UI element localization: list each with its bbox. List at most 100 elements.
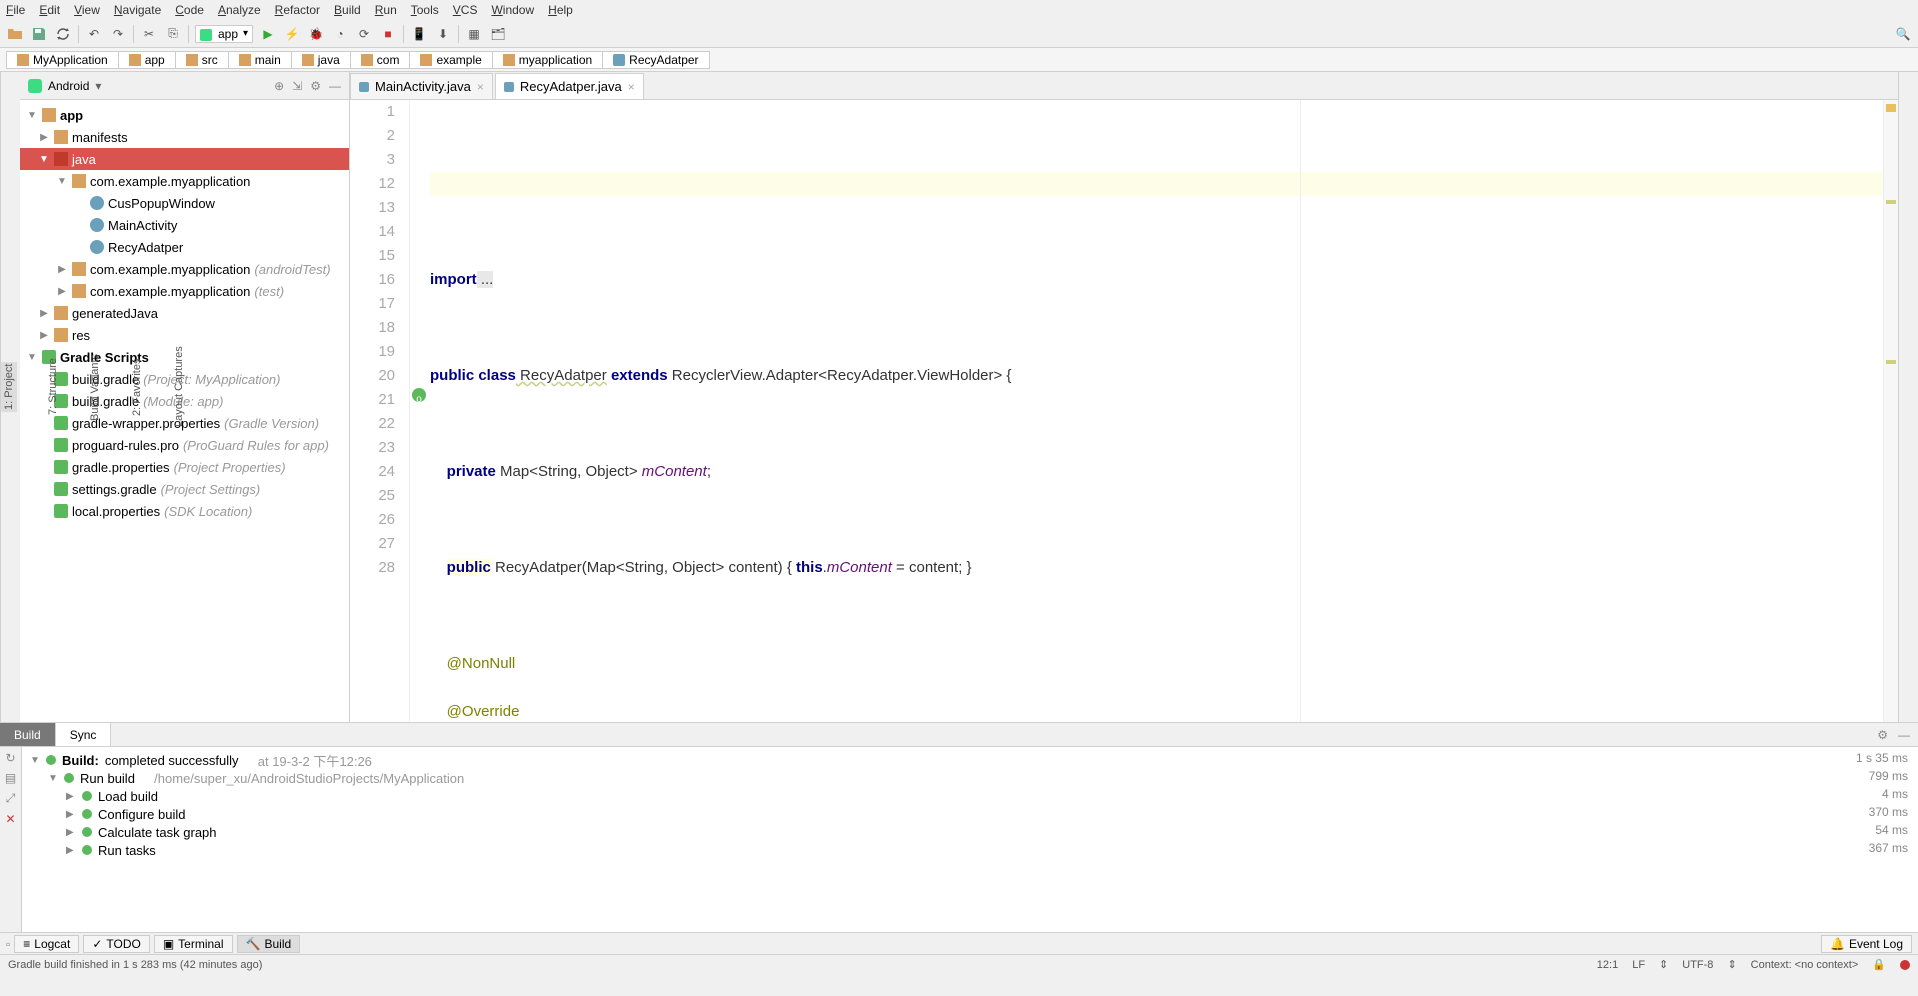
tool-build-variants-tab[interactable]: Build Variants [89, 353, 101, 420]
bs-build[interactable]: 🔨 Build [237, 935, 301, 953]
close-icon[interactable]: × [628, 80, 635, 94]
lock-icon[interactable]: 🔒 [1872, 958, 1886, 971]
crumb-com[interactable]: com [350, 51, 411, 69]
crumb-java[interactable]: java [291, 51, 351, 69]
menu-build[interactable]: Build [334, 3, 361, 17]
open-icon[interactable] [6, 25, 24, 43]
apply-changes-icon[interactable]: ⚡ [283, 25, 301, 43]
menu-file[interactable]: File [6, 3, 25, 17]
tree-local-props[interactable]: local.properties(SDK Location) [20, 500, 349, 522]
debug-icon[interactable]: 🐞 [307, 25, 325, 43]
build-tab-build[interactable]: Build [0, 723, 56, 746]
sidebar-view-selector[interactable]: Android [48, 79, 89, 93]
rerun-icon[interactable]: ↻ [5, 751, 15, 765]
tool-layout-captures-tab[interactable]: Layout Captures [173, 347, 185, 428]
bottom-tool-strip: ▫ ≡ Logcat ✓ TODO ▣ Terminal 🔨 Build 🔔 E… [0, 932, 1918, 954]
tool-structure-tab[interactable]: 7: Structure [47, 359, 59, 416]
bs-todo[interactable]: ✓ TODO [83, 935, 150, 953]
tool-project-tab[interactable]: 1: Project [1, 362, 17, 412]
close-icon[interactable]: × [477, 80, 484, 94]
tree-pkg-main[interactable]: ▼com.example.myapplication [20, 170, 349, 192]
menu-tools[interactable]: Tools [411, 3, 439, 17]
main-menu: File Edit View Navigate Code Analyze Ref… [0, 0, 1918, 20]
sync-icon[interactable] [54, 25, 72, 43]
collapse-icon[interactable]: ⇲ [292, 79, 302, 93]
search-icon[interactable]: 🔍 [1894, 25, 1912, 43]
attach-debugger-icon[interactable]: ⟳ [355, 25, 373, 43]
redo-icon[interactable]: ↷ [109, 25, 127, 43]
menu-view[interactable]: View [74, 3, 100, 17]
gear-icon[interactable]: ⚙ [1877, 728, 1888, 742]
code-editor[interactable]: 1231213141516171819202122232425262728 o … [350, 100, 1898, 722]
menu-edit[interactable]: Edit [39, 3, 60, 17]
filter-icon[interactable]: ▤ [5, 771, 16, 785]
gear-icon[interactable]: ⚙ [310, 79, 321, 93]
project-structure-icon[interactable]: ▦ [465, 25, 483, 43]
expand-icon[interactable]: ⤢ [6, 791, 16, 806]
context-selector[interactable]: Context: <no context> [1751, 959, 1859, 971]
file-encoding[interactable]: UTF-8 [1682, 959, 1713, 971]
build-output-tree[interactable]: ▼Build: completed successfully at 19-3-2… [22, 747, 1918, 932]
tree-pkg-androidtest[interactable]: ▶com.example.myapplication(androidTest) [20, 258, 349, 280]
profile-icon[interactable]: ◔ [331, 25, 349, 43]
run-config-selector[interactable]: app [195, 25, 253, 43]
save-icon[interactable] [30, 25, 48, 43]
crumb-app[interactable]: app [118, 51, 176, 69]
menu-analyze[interactable]: Analyze [218, 3, 261, 17]
tree-cls-recyadatper[interactable]: RecyAdatper [20, 236, 349, 258]
tab-recyadatper[interactable]: RecyAdatper.java× [495, 73, 644, 99]
cut-icon[interactable]: ✂ [140, 25, 158, 43]
hide-icon[interactable]: — [329, 79, 341, 93]
menu-refactor[interactable]: Refactor [275, 3, 320, 17]
build-tab-sync[interactable]: Sync [56, 723, 112, 746]
tree-proguard[interactable]: proguard-rules.pro(ProGuard Rules for ap… [20, 434, 349, 456]
tool-favorites-tab[interactable]: 2: Favorites [131, 358, 143, 415]
crumb-myapplication[interactable]: myapplication [492, 51, 603, 69]
stop-icon[interactable]: ■ [379, 25, 397, 43]
tree-cls-mainactivity[interactable]: MainActivity [20, 214, 349, 236]
crumb-main[interactable]: main [228, 51, 292, 69]
editor-scrollbar[interactable] [1883, 100, 1898, 722]
menu-navigate[interactable]: Navigate [114, 3, 161, 17]
left-tool-gutter: 1: Project 7: Structure Build Variants 2… [0, 72, 20, 722]
crumb-src[interactable]: src [175, 51, 229, 69]
menu-window[interactable]: Window [491, 3, 534, 17]
menu-run[interactable]: Run [375, 3, 397, 17]
menu-help[interactable]: Help [548, 3, 573, 17]
locate-icon[interactable]: ⊕ [274, 79, 284, 93]
line-separator[interactable]: LF [1632, 959, 1645, 971]
bs-terminal[interactable]: ▣ Terminal [154, 935, 233, 953]
tree-gradle-props[interactable]: gradle.properties(Project Properties) [20, 456, 349, 478]
menu-code[interactable]: Code [175, 3, 204, 17]
chevron-down-icon[interactable]: ▾ [95, 79, 101, 93]
tree-manifests[interactable]: ▶manifests [20, 126, 349, 148]
bs-logcat[interactable]: ≡ Logcat [14, 935, 79, 953]
undo-icon[interactable]: ↶ [85, 25, 103, 43]
warning-mark[interactable] [1886, 104, 1896, 112]
memory-indicator[interactable] [1900, 960, 1910, 970]
hide-icon[interactable]: — [1898, 728, 1910, 742]
tab-mainactivity[interactable]: MainActivity.java× [350, 73, 493, 99]
run-icon[interactable]: ▶ [259, 25, 277, 43]
tree-app[interactable]: ▼app [20, 104, 349, 126]
code-content[interactable]: package com.example.myapplication; impor… [430, 100, 1883, 722]
avd-manager-icon[interactable]: 📱 [410, 25, 428, 43]
crumb-project[interactable]: MyApplication [6, 51, 119, 69]
crumb-example[interactable]: example [409, 51, 492, 69]
crumb-class[interactable]: RecyAdatper [602, 51, 709, 69]
sdk-manager-icon[interactable]: ⬇ [434, 25, 452, 43]
tree-settings-gradle[interactable]: settings.gradle(Project Settings) [20, 478, 349, 500]
tree-pkg-test[interactable]: ▶com.example.myapplication(test) [20, 280, 349, 302]
menu-vcs[interactable]: VCS [453, 3, 478, 17]
override-gutter-icon[interactable]: o [412, 388, 426, 402]
copy-icon[interactable]: ⎘ [164, 25, 182, 43]
close-icon[interactable]: ✕ [5, 812, 15, 826]
right-tool-gutter [1898, 72, 1918, 722]
bs-event-log[interactable]: 🔔 Event Log [1821, 935, 1912, 953]
tree-cls-cuspopup[interactable]: CusPopupWindow [20, 192, 349, 214]
caret-position[interactable]: 12:1 [1597, 959, 1618, 971]
tree-generatedjava[interactable]: ▶generatedJava [20, 302, 349, 324]
tree-java[interactable]: ▼java [20, 148, 349, 170]
tree-res[interactable]: ▶res [20, 324, 349, 346]
resource-manager-icon[interactable]: 🗂 [489, 25, 507, 43]
